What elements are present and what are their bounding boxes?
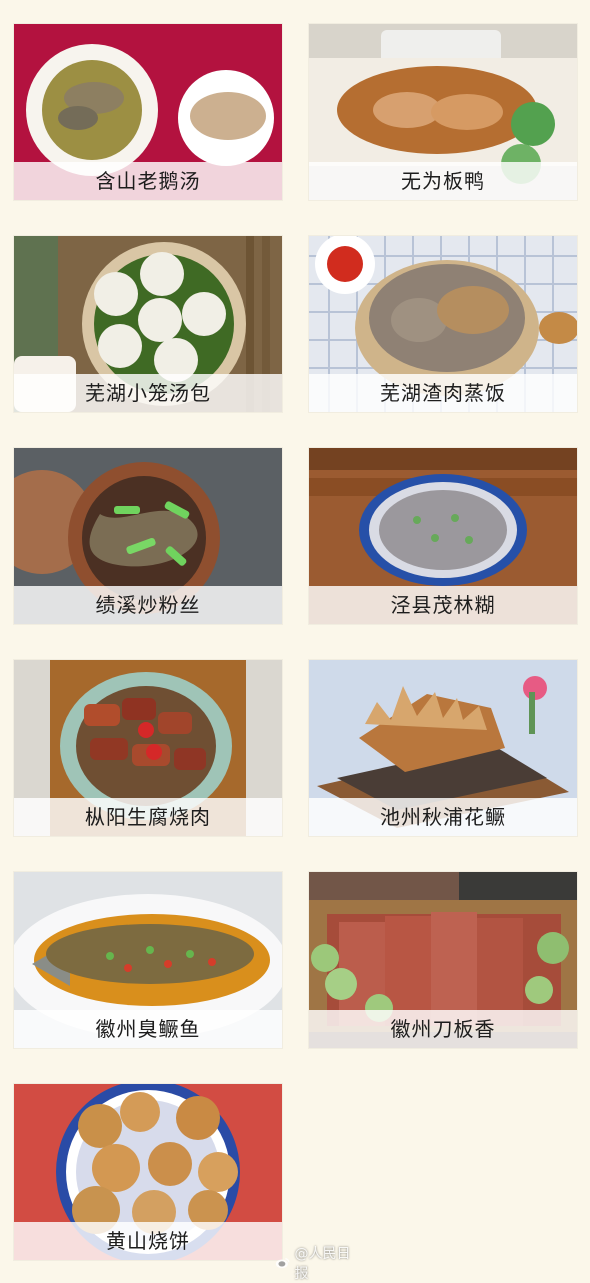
dish-label: 无为板鸭 <box>309 162 577 200</box>
dish-label: 枞阳生腐烧肉 <box>14 798 282 836</box>
dish-label: 徽州臭鳜鱼 <box>14 1010 282 1048</box>
dish-label: 芜湖渣肉蒸饭 <box>309 374 577 412</box>
dish-card-5[interactable]: 绩溪炒粉丝 <box>14 448 282 624</box>
dish-card-6[interactable]: 泾县茂林糊 <box>309 448 577 624</box>
dish-card-2[interactable]: 无为板鸭 <box>309 24 577 200</box>
dish-label: 池州秋浦花鳜 <box>309 798 577 836</box>
dish-card-7[interactable]: 枞阳生腐烧肉 <box>14 660 282 836</box>
weibo-watermark: @人民日报 <box>275 1246 355 1282</box>
dish-label: 含山老鹅汤 <box>14 162 282 200</box>
watermark-text: @人民日报 <box>294 1246 351 1282</box>
dish-label: 徽州刀板香 <box>309 1010 577 1048</box>
dish-card-4[interactable]: 芜湖渣肉蒸饭 <box>309 236 577 412</box>
dish-card-1[interactable]: 含山老鹅汤 <box>14 24 282 200</box>
dish-card-3[interactable]: 芜湖小笼汤包 <box>14 236 282 412</box>
dish-card-9[interactable]: 徽州臭鳜鱼 <box>14 872 282 1048</box>
dish-label: 泾县茂林糊 <box>309 586 577 624</box>
dish-label: 绩溪炒粉丝 <box>14 586 282 624</box>
dish-card-10[interactable]: 徽州刀板香 <box>309 872 577 1048</box>
dish-card-11[interactable]: 黄山烧饼 <box>14 1084 282 1260</box>
dish-card-8[interactable]: 池州秋浦花鳜 <box>309 660 577 836</box>
dish-label: 芜湖小笼汤包 <box>14 374 282 412</box>
dish-grid: 含山老鹅汤 无为板鸭 芜湖小笼汤包 芜湖渣肉蒸饭 绩溪炒粉丝 泾县茂林糊 枞阳生… <box>0 0 590 1280</box>
weibo-icon <box>275 1258 290 1269</box>
dish-label: 黄山烧饼 <box>14 1222 282 1260</box>
